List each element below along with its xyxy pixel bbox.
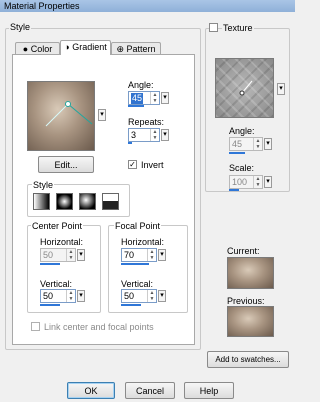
focal-horizontal-slider-bar[interactable] xyxy=(121,263,149,265)
center-vertical-slider-bar[interactable] xyxy=(40,304,60,306)
style-group-label: Style xyxy=(9,22,32,32)
tab-color-label: Color xyxy=(30,44,53,54)
radial-style-button[interactable] xyxy=(102,193,119,210)
texture-scale-slider-bar[interactable] xyxy=(229,189,239,191)
gradient-tab-icon: ◑ xyxy=(64,42,70,52)
window-title: Material Properties xyxy=(4,1,80,11)
focal-horizontal-value: 70 xyxy=(124,250,135,260)
tab-pattern-label: Pattern xyxy=(126,44,156,54)
center-vertical-dropdown-button[interactable]: ▾ xyxy=(77,290,85,302)
focal-horizontal-spinner[interactable]: 70 ▲ ▼ xyxy=(121,248,157,262)
cancel-button[interactable]: Cancel xyxy=(125,382,175,399)
previous-label: Previous: xyxy=(227,296,265,306)
texture-angle-dropdown-button[interactable]: ▾ xyxy=(264,138,272,150)
focal-vertical-arrows-icon[interactable]: ▲ ▼ xyxy=(147,290,156,302)
center-vertical-arrows-icon[interactable]: ▲ ▼ xyxy=(66,290,75,302)
texture-angle-slider-bar[interactable] xyxy=(229,152,245,154)
focal-point-label: Focal Point xyxy=(114,221,162,231)
center-horizontal-arrows-icon[interactable]: ▲ ▼ xyxy=(66,249,75,261)
texture-angle-handle-icon[interactable] xyxy=(216,59,275,119)
angle-slider-bar[interactable] xyxy=(128,105,144,107)
focal-vertical-label: Vertical: xyxy=(121,279,154,289)
texture-scale-dropdown-button[interactable]: ▾ xyxy=(264,176,272,188)
title-bar[interactable]: Material Properties xyxy=(0,0,295,12)
angle-dropdown-button[interactable]: ▾ xyxy=(161,92,169,104)
center-horizontal-slider-bar[interactable] xyxy=(40,263,60,265)
angle-value: 45 xyxy=(131,93,144,104)
invert-checkbox[interactable]: ✓ xyxy=(128,160,137,169)
previous-swatch[interactable] xyxy=(227,306,274,337)
invert-label: Invert xyxy=(141,160,164,170)
texture-scale-label: Scale: xyxy=(229,163,255,173)
pattern-tab-icon: ⊕ xyxy=(116,44,124,54)
focal-horizontal-arrows-icon[interactable]: ▲ ▼ xyxy=(147,249,156,261)
texture-scale-arrows-icon[interactable]: ▲ ▼ xyxy=(253,176,262,188)
link-points-checkbox[interactable] xyxy=(31,322,40,331)
link-points-label: Link center and focal points xyxy=(44,322,154,332)
repeats-value: 3 xyxy=(131,130,137,140)
focal-horizontal-dropdown-button[interactable]: ▾ xyxy=(158,249,166,261)
angle-spinner[interactable]: 45 ▲ ▼ xyxy=(128,91,160,105)
check-icon: ✓ xyxy=(129,160,136,169)
focal-vertical-spinner[interactable]: 50 ▲ ▼ xyxy=(121,289,157,303)
texture-label: Texture xyxy=(222,23,254,33)
repeats-label: Repeats: xyxy=(128,117,165,127)
tab-gradient-label: Gradient xyxy=(72,42,107,52)
gradient-style-label: Style xyxy=(32,180,55,190)
help-button[interactable]: Help xyxy=(184,382,234,399)
add-to-swatches-button[interactable]: Add to swatches... xyxy=(207,351,289,368)
sunburst-style-button[interactable] xyxy=(79,193,96,210)
center-vertical-spinner[interactable]: 50 ▲ ▼ xyxy=(40,289,76,303)
gradient-dropdown-button[interactable]: ▾ xyxy=(98,109,106,121)
current-label: Current: xyxy=(227,246,260,256)
center-point-label: Center Point xyxy=(31,221,84,231)
tab-gradient[interactable]: ◑ Gradient xyxy=(60,40,111,55)
center-horizontal-spinner[interactable]: 50 ▲ ▼ xyxy=(40,248,76,262)
repeats-spinner[interactable]: 3 ▲ ▼ xyxy=(128,128,160,142)
center-horizontal-dropdown-button[interactable]: ▾ xyxy=(77,249,85,261)
texture-scale-value: 100 xyxy=(232,177,248,187)
angle-handle-icon[interactable] xyxy=(28,82,96,152)
edit-button[interactable]: Edit... xyxy=(38,156,94,173)
repeats-dropdown-button[interactable]: ▾ xyxy=(161,129,169,141)
angle-spin-arrows-icon[interactable]: ▲ ▼ xyxy=(150,92,159,104)
texture-scale-spinner[interactable]: 100 ▲ ▼ xyxy=(229,175,263,189)
current-swatch xyxy=(227,257,274,289)
texture-dropdown-button[interactable]: ▾ xyxy=(277,83,285,95)
linear-style-button[interactable] xyxy=(33,193,50,210)
texture-angle-spinner[interactable]: 45 ▲ ▼ xyxy=(229,137,263,151)
center-horizontal-label: Horizontal: xyxy=(40,237,84,247)
focal-vertical-slider-bar[interactable] xyxy=(121,304,141,306)
center-horizontal-value: 50 xyxy=(43,250,54,260)
repeats-slider-bar[interactable] xyxy=(128,142,132,144)
texture-checkbox[interactable] xyxy=(209,23,218,32)
center-vertical-label: Vertical: xyxy=(40,279,73,289)
ok-button[interactable]: OK xyxy=(67,382,115,399)
repeats-spin-arrows-icon[interactable]: ▲ ▼ xyxy=(150,129,159,141)
texture-angle-arrows-icon[interactable]: ▲ ▼ xyxy=(253,138,262,150)
focal-vertical-dropdown-button[interactable]: ▾ xyxy=(158,290,166,302)
color-tab-icon: ● xyxy=(22,44,29,54)
texture-preview[interactable] xyxy=(215,58,274,118)
focal-vertical-value: 50 xyxy=(124,291,135,301)
texture-angle-value: 45 xyxy=(232,139,243,149)
rectangular-style-button[interactable] xyxy=(56,193,73,210)
focal-horizontal-label: Horizontal: xyxy=(121,237,165,247)
texture-angle-label: Angle: xyxy=(229,126,255,136)
gradient-preview[interactable] xyxy=(27,81,95,151)
angle-label: Angle: xyxy=(128,80,154,90)
center-vertical-value: 50 xyxy=(43,291,54,301)
